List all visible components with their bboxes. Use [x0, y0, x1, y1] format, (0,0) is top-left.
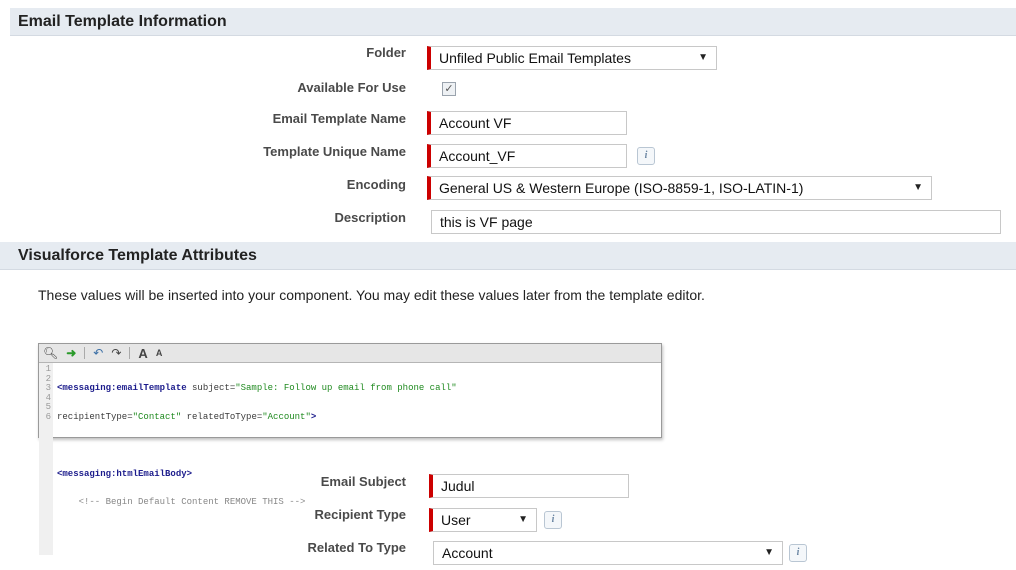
font-smaller-icon[interactable]: A — [156, 348, 163, 358]
section-header-visualforce-template-attributes: Visualforce Template Attributes — [0, 242, 1016, 270]
template-unique-name-input[interactable]: Account_VF — [427, 144, 627, 168]
code-tag: > — [310, 411, 317, 422]
available-for-use-label: Available For Use — [297, 80, 406, 95]
info-note: These values will be inserted into your … — [38, 287, 705, 303]
code-line: <messaging:emailTemplate subject="Sample… — [57, 383, 457, 394]
code-attr: recipientType= — [57, 411, 133, 422]
redo-icon[interactable]: ↷ — [111, 346, 121, 360]
encoding-value: General US & Western Europe (ISO-8859-1,… — [439, 180, 804, 196]
undo-icon[interactable]: ↶ — [93, 346, 103, 360]
editor-body[interactable]: 1 2 3 4 5 6 <messaging:emailTemplate sub… — [39, 363, 661, 555]
search-icon[interactable]: 🔍︎ — [43, 346, 58, 360]
chevron-down-icon: ▼ — [698, 52, 708, 63]
email-template-name-input[interactable]: Account VF — [427, 111, 627, 135]
code-string: "Account" — [262, 411, 311, 422]
available-for-use-checkbox[interactable]: ✓ — [442, 82, 456, 96]
template-unique-name-label: Template Unique Name — [263, 144, 406, 159]
line-number: 6 — [45, 411, 51, 422]
related-to-type-value: Account — [442, 545, 493, 561]
section-header-email-template-information: Email Template Information — [10, 8, 1016, 36]
chevron-down-icon: ▼ — [764, 547, 774, 558]
go-icon[interactable]: ➜ — [66, 346, 76, 360]
recipient-type-value: User — [441, 512, 471, 528]
code-attr: relatedToType= — [181, 411, 263, 422]
code-string: "Contact" — [132, 411, 182, 422]
info-icon[interactable]: i — [544, 511, 562, 529]
chevron-down-icon: ▼ — [913, 182, 923, 193]
encoding-select[interactable]: General US & Western Europe (ISO-8859-1,… — [427, 176, 932, 200]
code-line: recipientType="Contact" relatedToType="A… — [57, 411, 457, 423]
code-text[interactable]: <messaging:emailTemplate subject="Sample… — [53, 363, 457, 555]
info-icon[interactable]: i — [637, 147, 655, 165]
related-to-type-select[interactable]: Account ▼ — [433, 541, 783, 565]
toolbar-separator — [129, 347, 131, 359]
toolbar-separator — [84, 347, 86, 359]
folder-value: Unfiled Public Email Templates — [439, 50, 631, 66]
recipient-type-select[interactable]: User ▼ — [429, 508, 537, 532]
code-tag: <messaging:emailTemplate — [57, 383, 187, 393]
code-editor[interactable]: 🔍︎ ➜ ↶ ↷ A A 1 2 3 4 5 6 <messaging:emai… — [38, 343, 662, 555]
folder-select[interactable]: Unfiled Public Email Templates ▼ — [427, 46, 717, 70]
code-attr: subject= — [186, 383, 236, 393]
encoding-label: Encoding — [346, 177, 406, 192]
description-label: Description — [334, 210, 406, 225]
line-number-gutter: 1 2 3 4 5 6 — [39, 363, 53, 555]
email-template-name-label: Email Template Name — [272, 111, 406, 126]
chevron-down-icon: ▼ — [518, 514, 528, 525]
description-input[interactable]: this is VF page — [431, 210, 1001, 234]
email-subject-label: Email Subject — [320, 474, 406, 489]
folder-label: Folder — [366, 45, 406, 60]
font-larger-icon[interactable]: A — [138, 346, 147, 361]
code-comment: <!-- Begin Default Content REMOVE THIS -… — [57, 497, 306, 507]
info-icon[interactable]: i — [789, 544, 807, 562]
email-subject-input[interactable]: Judul — [429, 474, 629, 498]
recipient-type-label: Recipient Type — [314, 507, 406, 522]
related-to-type-label: Related To Type — [307, 540, 406, 555]
code-string: "Sample: Follow up email from phone call… — [235, 383, 457, 393]
editor-toolbar: 🔍︎ ➜ ↶ ↷ A A — [39, 344, 661, 363]
